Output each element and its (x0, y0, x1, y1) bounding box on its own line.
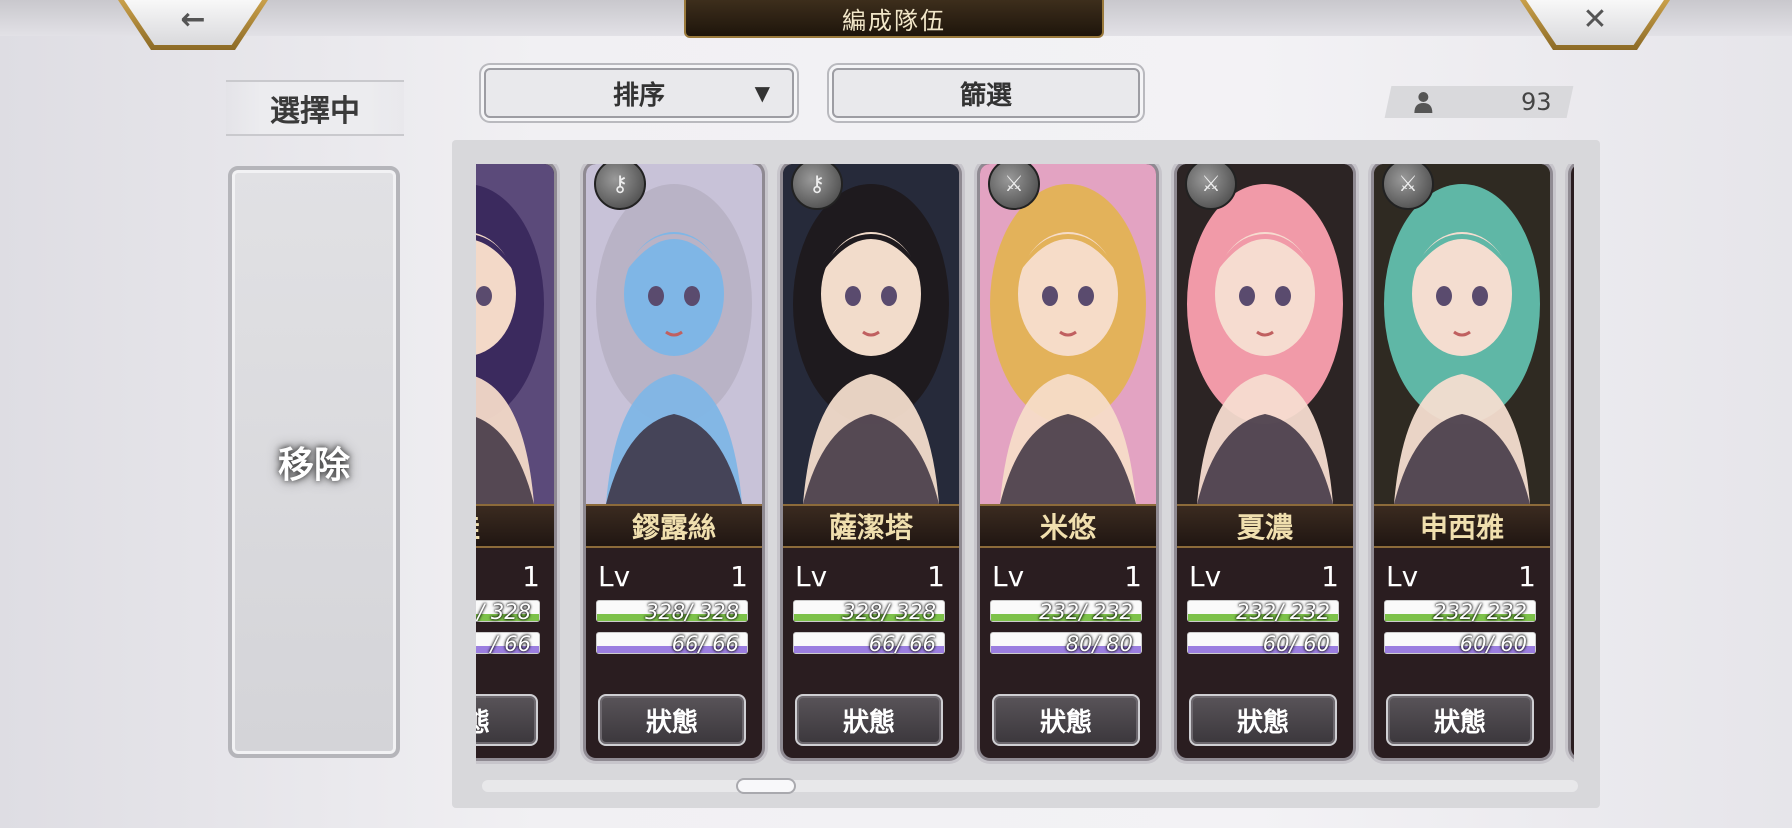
character-card-partial[interactable] (1571, 164, 1574, 758)
mp-value: 80/ 80 (1065, 632, 1133, 656)
remove-slot-button[interactable]: 移除 (228, 166, 400, 758)
level-label: Lv (992, 560, 1025, 593)
mp-bar: 66/ 66 (596, 632, 748, 656)
character-card[interactable]: ⚔ 申西雅 Lv 1 232/ 232 60/ 60 狀態 (1374, 164, 1550, 758)
mp-bar: 80/ 80 (990, 632, 1142, 656)
character-portrait (586, 164, 762, 504)
status-button[interactable]: 狀態 (476, 694, 538, 746)
level-value: 1 (522, 560, 540, 593)
status-button[interactable]: 狀態 (1386, 694, 1534, 746)
person-icon (1413, 91, 1433, 119)
mp-value: 66/ 66 (868, 632, 936, 656)
filter-label: 篩選 (959, 80, 1012, 111)
mp-value: 60/ 60 (1459, 632, 1527, 656)
horizontal-scrollbar[interactable] (482, 780, 1578, 792)
character-name: 夏濃 (1177, 504, 1353, 548)
chevron-down-icon: ▼ (754, 81, 770, 105)
unit-count: 93 (1521, 88, 1552, 116)
sort-label: 排序 (612, 80, 665, 111)
character-card-list[interactable]: ⚚ 娃 Lv 1 / 328 / 66 狀態 (476, 164, 1574, 764)
mp-bar: 66/ 66 (793, 632, 945, 656)
character-stats: Lv 1 232/ 232 60/ 60 狀態 (1374, 548, 1550, 758)
sort-dropdown[interactable]: 排序 ▼ (484, 68, 794, 118)
close-icon: ✕ (1582, 2, 1608, 37)
mp-bar: / 66 (476, 632, 540, 656)
close-button[interactable]: ✕ (1520, 0, 1670, 50)
hp-bar: 232/ 232 (1187, 600, 1339, 624)
level-value: 1 (730, 560, 748, 593)
page-title: 編成隊伍 (684, 0, 1104, 38)
character-portrait (980, 164, 1156, 504)
hp-value: / 328 (477, 600, 531, 624)
level-value: 1 (1124, 560, 1142, 593)
character-portrait (783, 164, 959, 504)
character-card[interactable]: ⚷ 鏐露絲 Lv 1 328/ 328 66/ 66 狀態 (586, 164, 762, 758)
hp-value: 232/ 232 (1433, 600, 1527, 624)
remove-label: 移除 (277, 445, 350, 486)
character-stats: Lv 1 328/ 328 66/ 66 狀態 (783, 548, 959, 758)
character-stats: Lv 1 232/ 232 60/ 60 狀態 (1177, 548, 1353, 758)
character-card[interactable]: ⚷ 薩潔塔 Lv 1 328/ 328 66/ 66 狀態 (783, 164, 959, 758)
level-value: 1 (1321, 560, 1339, 593)
hp-value: 232/ 232 (1039, 600, 1133, 624)
status-button[interactable]: 狀態 (1189, 694, 1337, 746)
status-button[interactable]: 狀態 (795, 694, 943, 746)
mp-value: 60/ 60 (1262, 632, 1330, 656)
scrollbar-thumb[interactable] (736, 778, 796, 794)
status-button[interactable]: 狀態 (992, 694, 1140, 746)
level-label: Lv (795, 560, 828, 593)
character-card[interactable]: ⚔ 米悠 Lv 1 232/ 232 80/ 80 狀態 (980, 164, 1156, 758)
hp-bar: 232/ 232 (1384, 600, 1536, 624)
back-button[interactable]: ← (118, 0, 268, 50)
character-portrait (1177, 164, 1353, 504)
character-name: 薩潔塔 (783, 504, 959, 548)
status-button[interactable]: 狀態 (598, 694, 746, 746)
filter-button[interactable]: 篩選 (832, 68, 1140, 118)
hp-value: 232/ 232 (1236, 600, 1330, 624)
character-card[interactable]: ⚚ 娃 Lv 1 / 328 / 66 狀態 (476, 164, 554, 758)
mp-bar: 60/ 60 (1384, 632, 1536, 656)
hp-value: 328/ 328 (645, 600, 739, 624)
hp-bar: 328/ 328 (793, 600, 945, 624)
mp-value: / 66 (490, 632, 531, 656)
level-label: Lv (1189, 560, 1222, 593)
mp-value: 66/ 66 (671, 632, 739, 656)
character-stats: Lv 1 / 328 / 66 狀態 (476, 548, 554, 758)
character-name: 申西雅 (1374, 504, 1550, 548)
back-arrow-icon: ← (180, 2, 206, 37)
character-stats: Lv 1 232/ 232 80/ 80 狀態 (980, 548, 1156, 758)
level-label: Lv (1386, 560, 1419, 593)
character-name: 鏐露絲 (586, 504, 762, 548)
character-portrait (1374, 164, 1550, 504)
character-card[interactable]: ⚔ 夏濃 Lv 1 232/ 232 60/ 60 狀態 (1177, 164, 1353, 758)
hp-bar: / 328 (476, 600, 540, 624)
level-value: 1 (927, 560, 945, 593)
character-name: 娃 (476, 504, 554, 548)
character-name: 米悠 (980, 504, 1156, 548)
level-value: 1 (1518, 560, 1536, 593)
hp-bar: 232/ 232 (990, 600, 1142, 624)
character-stats: Lv 1 328/ 328 66/ 66 狀態 (586, 548, 762, 758)
selected-label: 選擇中 (226, 80, 404, 136)
hp-bar: 328/ 328 (596, 600, 748, 624)
hp-value: 328/ 328 (842, 600, 936, 624)
character-portrait (476, 164, 554, 504)
level-label: Lv (598, 560, 631, 593)
unit-count-badge: 93 (1384, 86, 1574, 119)
mp-bar: 60/ 60 (1187, 632, 1339, 656)
